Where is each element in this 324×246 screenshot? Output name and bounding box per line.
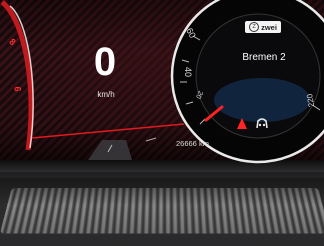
odometer: 26666 km bbox=[176, 139, 209, 148]
z-circle-icon: Z bbox=[249, 22, 260, 32]
scene: 8 6 0 km/h 60 40 20 220 Z zwei Bremen 2 … bbox=[0, 0, 324, 246]
lane-road bbox=[88, 140, 132, 160]
speed-tick-label: 40 bbox=[183, 66, 194, 78]
accent-line bbox=[31, 123, 185, 139]
left-gauge-arc bbox=[0, 0, 34, 151]
center-glow bbox=[214, 78, 310, 122]
speed-readout: 0 bbox=[93, 40, 117, 84]
instrument-cluster: 8 6 0 km/h 60 40 20 220 Z zwei Bremen 2 … bbox=[0, 0, 324, 168]
navigation-destination: Bremen 2 bbox=[242, 52, 286, 63]
lane-marker-right bbox=[145, 137, 157, 142]
warning-triangle-icon bbox=[237, 118, 247, 129]
navigation-badge: Z zwei bbox=[245, 21, 281, 33]
left-gauge-mark: 6 bbox=[12, 86, 23, 92]
navigation-badge-text: zwei bbox=[261, 22, 277, 32]
vent-shading bbox=[0, 178, 324, 246]
car-assist-icon bbox=[256, 118, 268, 129]
speed-unit: km/h bbox=[97, 90, 115, 99]
